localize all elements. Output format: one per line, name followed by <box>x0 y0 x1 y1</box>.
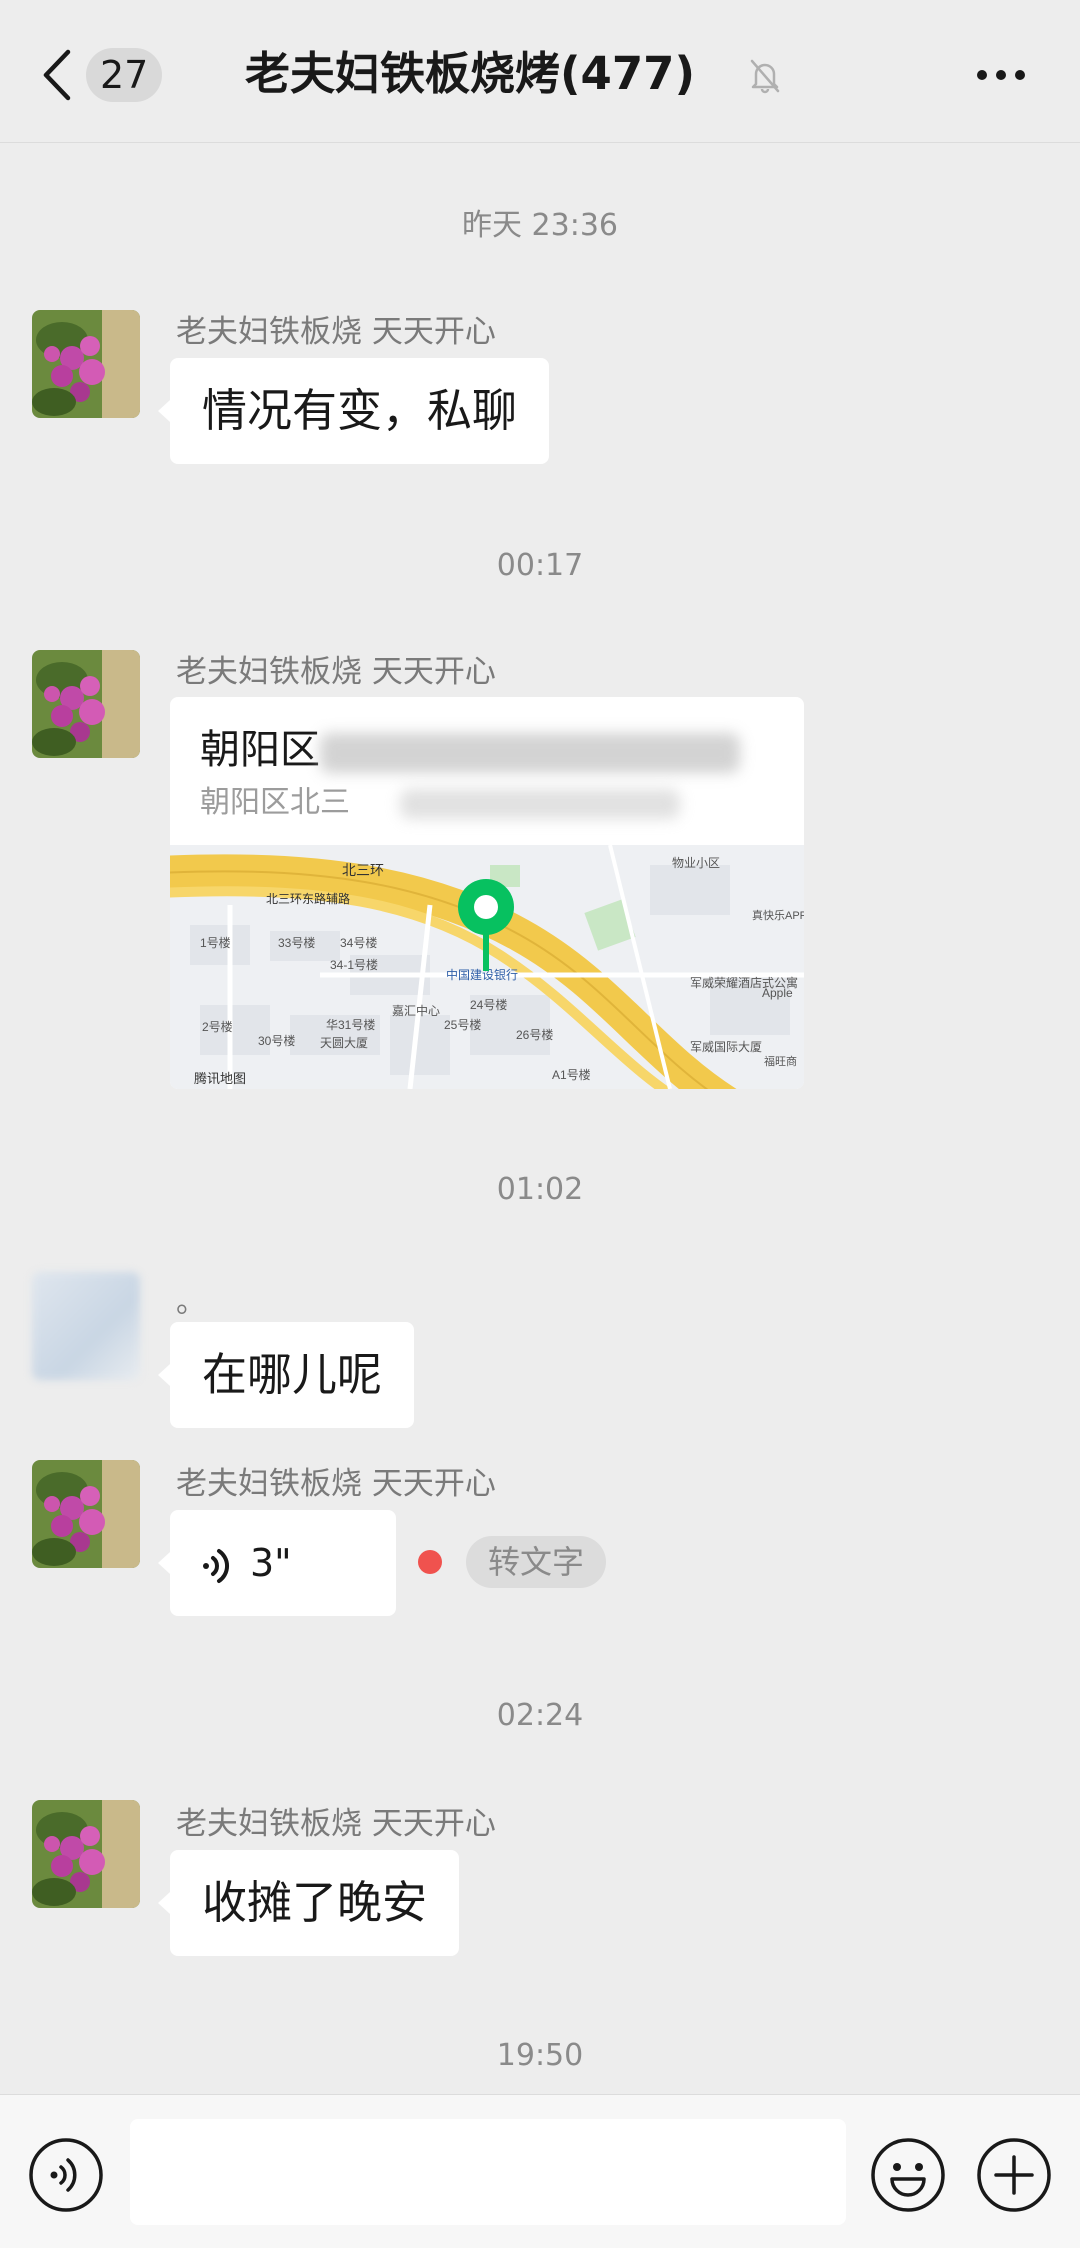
map-label: Apple <box>762 986 793 1000</box>
message-bubble[interactable]: 情况有变，私聊 <box>157 358 550 464</box>
avatar[interactable] <box>32 1460 140 1568</box>
map-label: 2号楼 <box>202 1019 233 1034</box>
map-label: 天圆大厦 <box>320 1036 368 1050</box>
chat-header: 27 老夫妇铁板烧烤(477) <box>0 0 1080 143</box>
sender-name: 老夫妇铁板烧 天天开心 <box>176 1806 496 1842</box>
sender-name: 老夫妇铁板烧 天天开心 <box>176 654 496 690</box>
map-label: 30号楼 <box>258 1033 295 1048</box>
map-label: 1号楼 <box>200 935 231 950</box>
map-label: 34-1号楼 <box>330 957 378 972</box>
location-title: 朝阳区 <box>200 727 320 773</box>
map-label: 福旺商 <box>764 1054 797 1068</box>
map-label: 北三环东路辅路 <box>266 891 350 906</box>
avatar[interactable] <box>32 310 140 418</box>
map-label: 中国建设银行 <box>446 967 518 982</box>
map-label: 军威国际大厦 <box>690 1040 762 1054</box>
timestamp: 01:02 <box>496 1172 584 1207</box>
message-bubble[interactable]: 在哪儿呢 <box>157 1322 415 1428</box>
avatar[interactable] <box>32 650 140 758</box>
location-address: 朝阳区北三 <box>200 785 350 820</box>
transcribe-button[interactable]: 转文字 <box>466 1536 606 1588</box>
message-input[interactable] <box>130 2119 846 2225</box>
timestamp: 昨天 23:36 <box>462 208 618 243</box>
message-bubble[interactable]: 收摊了晚安 <box>157 1850 460 1956</box>
more-icon[interactable] <box>975 68 1027 82</box>
location-card[interactable]: 朝阳区 朝阳区北三 北三环 北三环东路辅路 中国建设银行 嘉汇中心 天圆大厦 军… <box>170 697 804 1089</box>
plus-icon[interactable] <box>976 2137 1052 2213</box>
avatar[interactable] <box>32 1800 140 1908</box>
map-label: 物业小区 <box>672 856 720 870</box>
map-label: 26号楼 <box>516 1027 553 1042</box>
unread-dot <box>418 1550 442 1574</box>
sender-name: 老夫妇铁板烧 天天开心 <box>176 1466 496 1502</box>
map-label: 华31号楼 <box>326 1017 375 1032</box>
map-label: A1号楼 <box>552 1067 591 1082</box>
redacted-text <box>320 733 740 773</box>
redacted-text <box>400 789 680 819</box>
input-bar <box>0 2094 1080 2248</box>
location-map[interactable]: 北三环 北三环东路辅路 中国建设银行 嘉汇中心 天圆大厦 军威荣耀酒店式公寓 军… <box>170 845 804 1089</box>
timestamp: 00:17 <box>496 548 584 583</box>
unread-count-badge[interactable]: 27 <box>86 48 163 102</box>
map-label: 北三环 <box>342 862 384 878</box>
sender-name: 老夫妇铁板烧 天天开心 <box>176 314 496 350</box>
voice-input-icon[interactable] <box>28 2137 104 2213</box>
timestamp: 02:24 <box>496 1698 584 1733</box>
mute-bell-icon <box>750 59 780 94</box>
back-chevron-icon[interactable] <box>40 48 74 102</box>
map-label: 嘉汇中心 <box>392 1003 440 1018</box>
avatar[interactable] <box>32 1272 140 1380</box>
map-label: 腾讯地图 <box>194 1071 246 1086</box>
voice-wave-icon <box>203 1548 229 1583</box>
voice-message-bubble[interactable]: 3" <box>158 1510 396 1616</box>
voice-duration: 3" <box>250 1541 292 1585</box>
map-label: 34号楼 <box>340 935 377 950</box>
map-label: 真快乐APP体验中心 <box>752 908 804 922</box>
map-label: 25号楼 <box>444 1017 481 1032</box>
map-label: 24号楼 <box>470 997 507 1012</box>
emoji-icon[interactable] <box>870 2137 946 2213</box>
map-label: 33号楼 <box>278 935 315 950</box>
timestamp: 19:50 <box>496 2038 584 2073</box>
sender-name: 。 <box>176 1285 206 1320</box>
chat-title: 老夫妇铁板烧烤(477) <box>244 47 696 100</box>
